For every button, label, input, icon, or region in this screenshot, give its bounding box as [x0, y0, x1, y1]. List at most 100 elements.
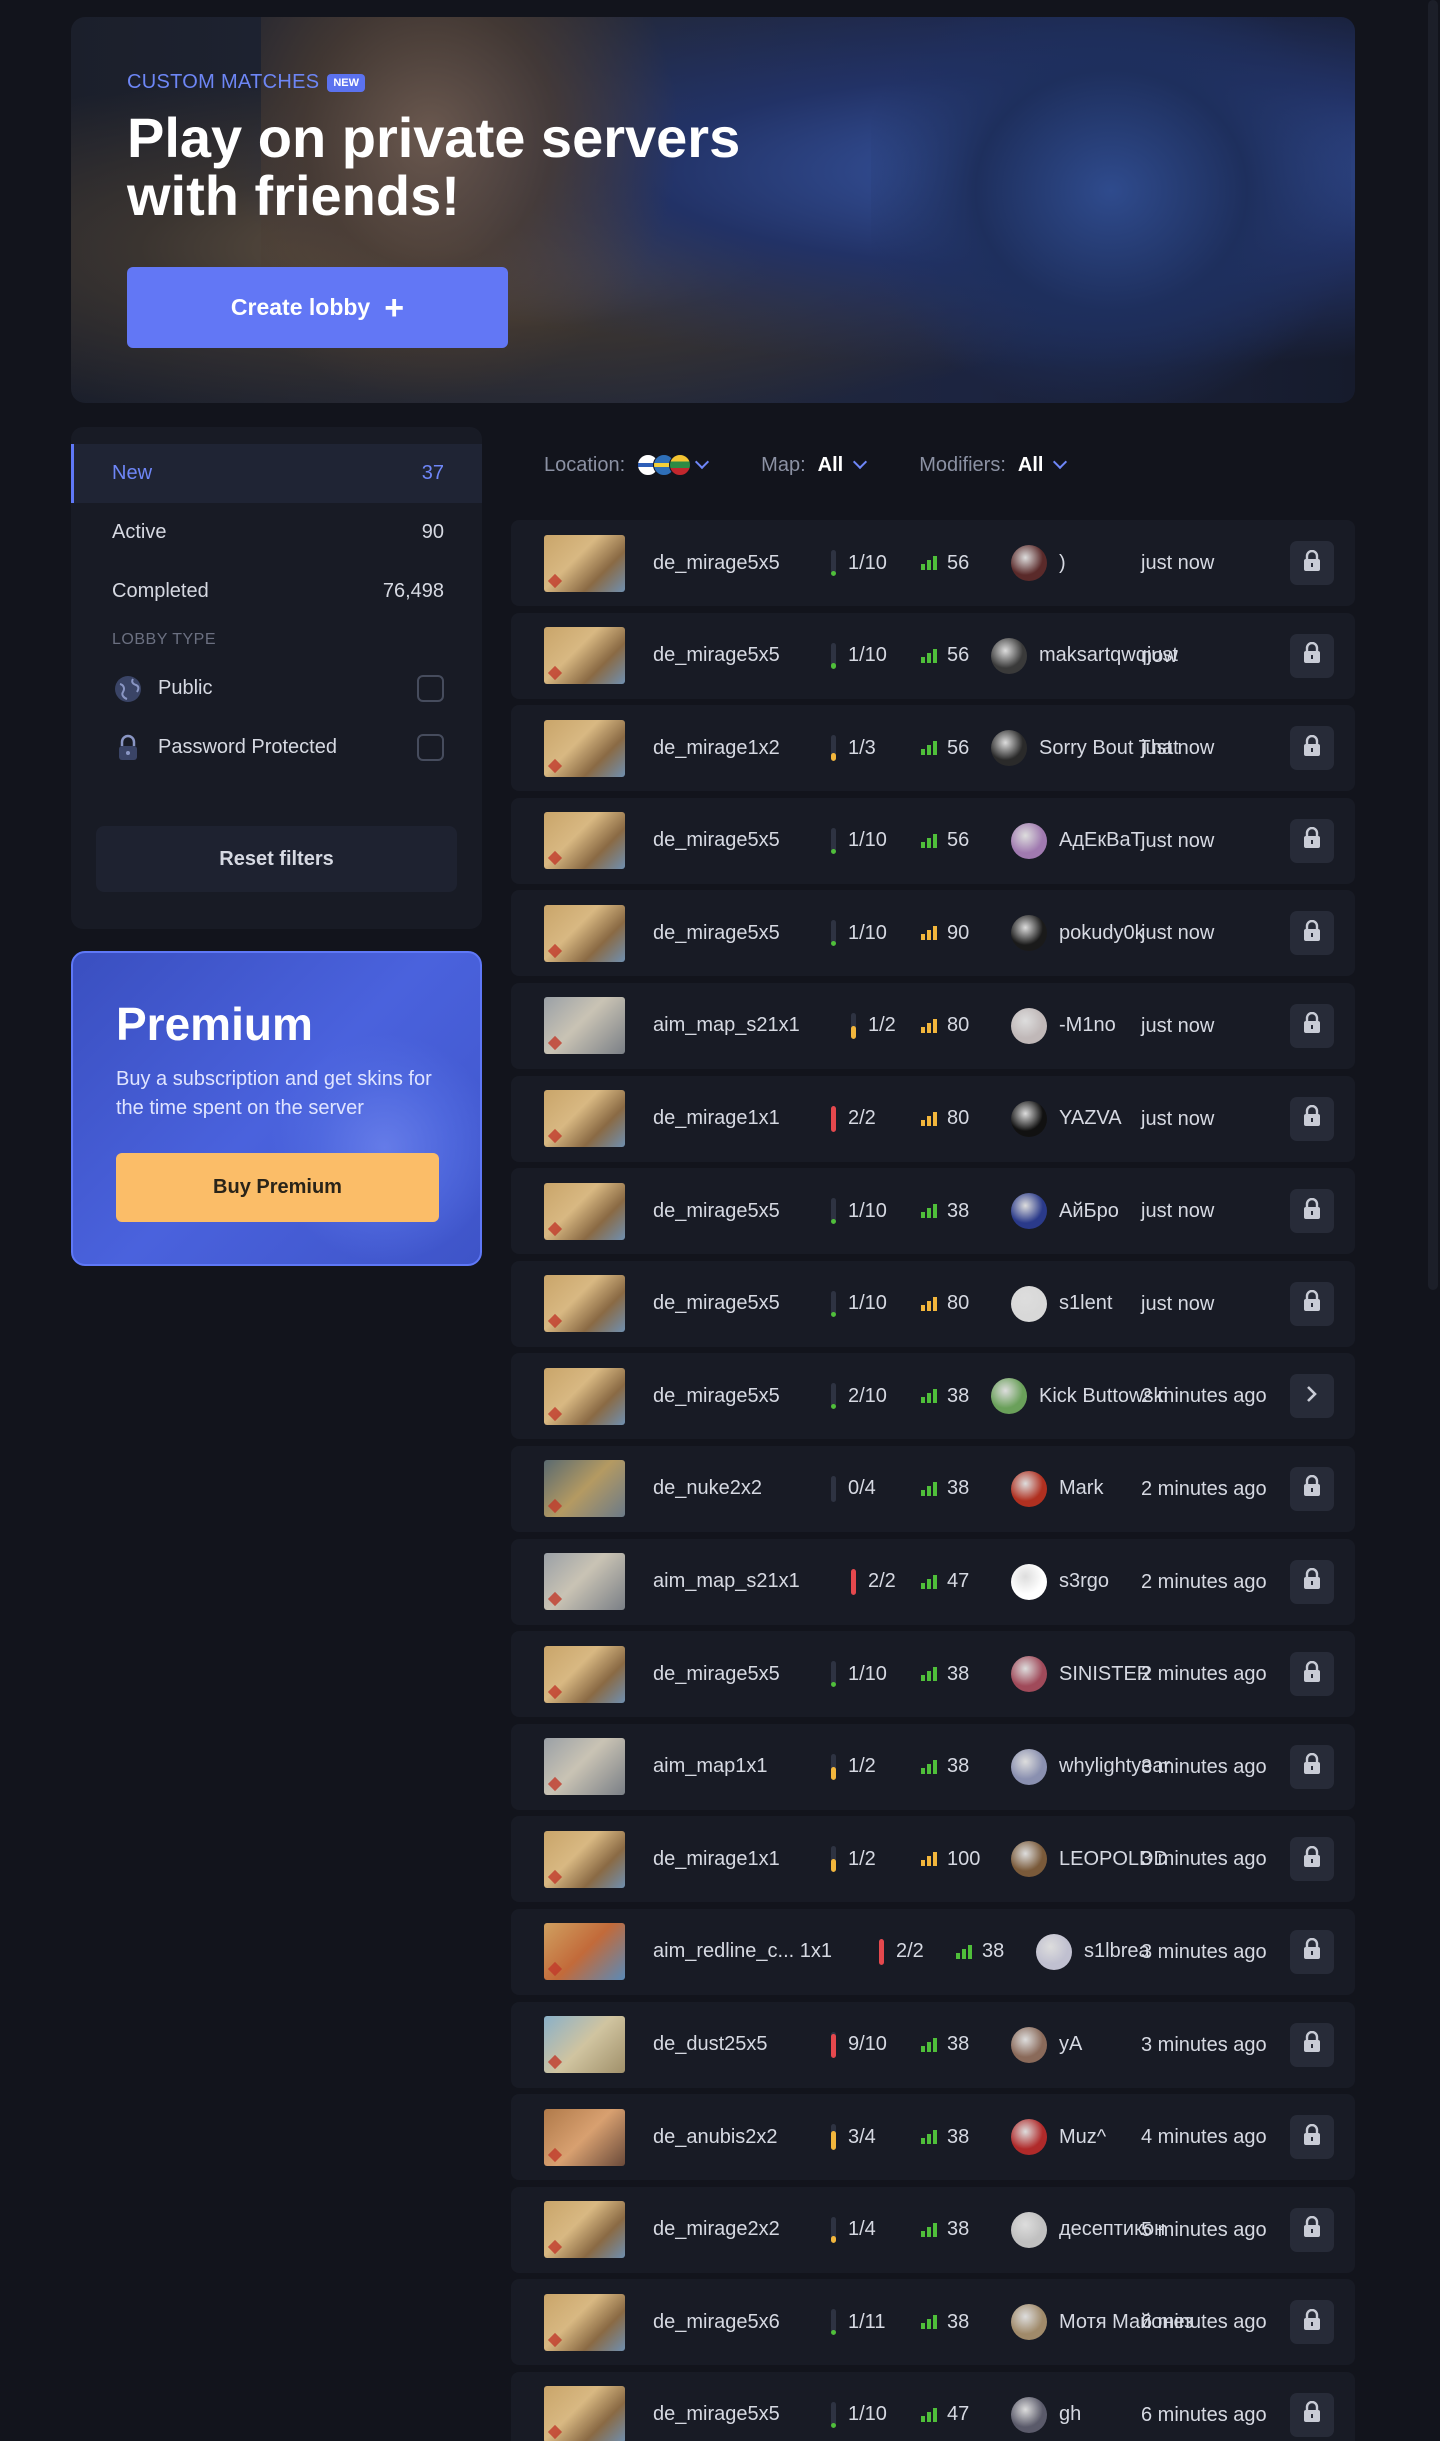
- join-locked-button[interactable]: [1290, 2115, 1334, 2160]
- location-filter[interactable]: Location:: [544, 454, 710, 477]
- join-locked-button[interactable]: [1290, 2022, 1334, 2067]
- host[interactable]: -M1no: [1011, 1007, 1116, 1044]
- status-filter-completed[interactable]: Completed 76,498: [71, 562, 482, 621]
- lobby-row[interactable]: de_mirage5x5 1/10 80 s1lent just now: [511, 1260, 1355, 1347]
- host[interactable]: pokudy0k: [1011, 915, 1145, 952]
- host[interactable]: АдЕкВаТ: [1011, 822, 1143, 859]
- lobby-row[interactable]: de_mirage2x2 1/4 38 десептикон 5 minutes ago: [511, 2186, 1355, 2273]
- ping-value: 38: [947, 1384, 970, 1407]
- avatar: [1011, 822, 1047, 859]
- host[interactable]: gh: [1011, 2396, 1081, 2433]
- create-lobby-button[interactable]: Create lobby +: [127, 267, 508, 348]
- map-label: Map:: [761, 453, 806, 476]
- host[interactable]: YAZVA: [1011, 1100, 1122, 1137]
- lobby-row[interactable]: de_mirage5x5 1/10 56) just now: [511, 520, 1355, 606]
- join-locked-button[interactable]: [1290, 911, 1334, 956]
- lobby-row[interactable]: aim_redline_c... 1x1 2/2 38 s1lbrea 3 minute…: [511, 1908, 1355, 1995]
- avatar: [1011, 2211, 1047, 2248]
- map-thumbnail: [544, 719, 625, 777]
- lobby-row[interactable]: de_mirage5x5 1/10 56 maksartqwqjust now: [511, 612, 1355, 699]
- player-count-text: 1/10: [848, 1662, 887, 1685]
- join-locked-button[interactable]: [1290, 1466, 1334, 1511]
- player-fill-bar: [831, 2401, 836, 2428]
- lobby-row[interactable]: de_dust25x5 9/10 38 yA 3 minutes ago: [511, 2001, 1355, 2088]
- lock-icon: [1302, 641, 1322, 669]
- lobby-row[interactable]: de_mirage5x6 1/11 38 Мотя Майонез 6 minutes …: [511, 2279, 1355, 2366]
- host[interactable]: s1lbrea: [1036, 1933, 1150, 1970]
- reset-filters-button[interactable]: Reset filters: [96, 826, 457, 892]
- page-scrollbar[interactable]: [1428, 0, 1438, 1290]
- player-count-text: 0/4: [848, 1477, 876, 1500]
- join-locked-button[interactable]: [1290, 1559, 1334, 1604]
- status-filter-new[interactable]: New 37: [71, 444, 482, 503]
- lobby-row[interactable]: de_mirage1x1 1/2 100 LEOPOLDD 3 minutes ago: [511, 1816, 1355, 1903]
- buy-premium-button[interactable]: Buy Premium: [116, 1153, 439, 1222]
- host-name: Muz^: [1059, 2125, 1107, 2148]
- ping-value: 80: [947, 1014, 970, 1037]
- lobby-row[interactable]: aim_map_s21x1 2/2 47 s3rgo 2 minutes ago: [511, 1538, 1355, 1625]
- avatar: [1011, 2119, 1047, 2156]
- lobby-row[interactable]: de_anubis2x2 3/4 38 Muz^ 4 minutes ago: [511, 2094, 1355, 2181]
- lock-icon: [1302, 1567, 1322, 1595]
- join-locked-button[interactable]: [1290, 726, 1334, 771]
- lobby-type-public[interactable]: Public: [71, 659, 482, 718]
- modifiers-label: Modifiers:: [919, 453, 1006, 476]
- join-button[interactable]: [1290, 1374, 1334, 1419]
- player-count-text: 1/10: [848, 1199, 887, 1222]
- hero-character-right-image: [871, 17, 1351, 403]
- join-locked-button[interactable]: [1290, 1744, 1334, 1789]
- player-count-text: 1/2: [848, 1755, 876, 1778]
- lobby-row[interactable]: de_mirage5x5 2/10 38 Kick Buttowski 2 minute…: [511, 1353, 1355, 1440]
- player-fill: [831, 2130, 836, 2151]
- join-locked-button[interactable]: [1290, 2207, 1334, 2252]
- status-filter-active[interactable]: Active 90: [71, 503, 482, 562]
- host[interactable]: АйБро: [1011, 1193, 1119, 1230]
- join-locked-button[interactable]: [1290, 1189, 1334, 1234]
- map-thumbnail: [544, 1645, 625, 1703]
- lobby-row[interactable]: de_mirage1x2 1/3 56 Sorry Bout That just now: [511, 705, 1355, 792]
- join-locked-button[interactable]: [1290, 1652, 1334, 1697]
- lobby-row[interactable]: de_mirage5x5 1/10 38 АйБро just now: [511, 1168, 1355, 1255]
- created-time: 3 minutes ago: [1141, 2033, 1267, 2056]
- ping-value: 38: [947, 1755, 970, 1778]
- lobby-row[interactable]: de_mirage1x1 2/2 80 YAZVA just now: [511, 1075, 1355, 1162]
- lobby-row[interactable]: de_mirage5x5 1/10 56 АдЕкВаТ just now: [511, 797, 1355, 884]
- join-locked-button[interactable]: [1290, 818, 1334, 863]
- host[interactable]: Mark: [1011, 1470, 1103, 1507]
- hero-eyebrow: CUSTOM MATCHES NEW: [127, 71, 366, 94]
- lobby-type-password[interactable]: Password Protected: [71, 718, 482, 777]
- modifiers-filter[interactable]: Modifiers: All: [919, 453, 1068, 477]
- map-thumbnail: [544, 812, 625, 870]
- host[interactable]: ): [1011, 545, 1066, 581]
- password-checkbox[interactable]: [417, 734, 444, 761]
- lobby-row[interactable]: de_mirage5x5 1/10 90 pokudy0k just now: [511, 890, 1355, 977]
- join-locked-button[interactable]: [1290, 541, 1334, 585]
- host[interactable]: s3rgo: [1011, 1563, 1109, 1600]
- player-count: 9/10: [831, 2031, 887, 2058]
- join-locked-button[interactable]: [1290, 1837, 1334, 1882]
- join-locked-button[interactable]: [1290, 1929, 1334, 1974]
- map-thumbnail: [544, 1738, 625, 1796]
- premium-description: Buy a subscription and get skins for the…: [116, 1068, 432, 1119]
- premium-card: Premium Buy a subscription and get skins…: [71, 951, 482, 1266]
- host[interactable]: Muz^: [1011, 2119, 1107, 2156]
- public-checkbox[interactable]: [417, 675, 444, 702]
- host[interactable]: yA: [1011, 2026, 1082, 2063]
- player-fill-bar: [831, 1198, 836, 1225]
- join-locked-button[interactable]: [1290, 2300, 1334, 2345]
- lobby-row[interactable]: aim_map1x1 1/2 38 whylightyear 3 minutes ago: [511, 1723, 1355, 1810]
- lobby-row[interactable]: de_nuke2x2 0/4 38 Mark 2 minutes ago: [511, 1445, 1355, 1532]
- join-locked-button[interactable]: [1290, 1281, 1334, 1326]
- host[interactable]: SINISTER: [1011, 1656, 1151, 1693]
- map-filter[interactable]: Map: All: [761, 453, 868, 477]
- lobby-row[interactable]: aim_map_s21x1 1/2 80 -M1no just now: [511, 982, 1355, 1069]
- join-locked-button[interactable]: [1290, 1096, 1334, 1141]
- lobby-row[interactable]: de_mirage5x5 1/10 47 gh 6 minutes ago: [511, 2371, 1355, 2441]
- join-locked-button[interactable]: [1290, 633, 1334, 678]
- ping-value: 80: [947, 1107, 970, 1130]
- join-locked-button[interactable]: [1290, 2392, 1334, 2437]
- signal-icon: [921, 1018, 937, 1033]
- join-locked-button[interactable]: [1290, 1003, 1334, 1048]
- lobby-row[interactable]: de_mirage5x5 1/10 38 SINISTER 2 minutes ago: [511, 1631, 1355, 1718]
- host[interactable]: s1lent: [1011, 1285, 1112, 1322]
